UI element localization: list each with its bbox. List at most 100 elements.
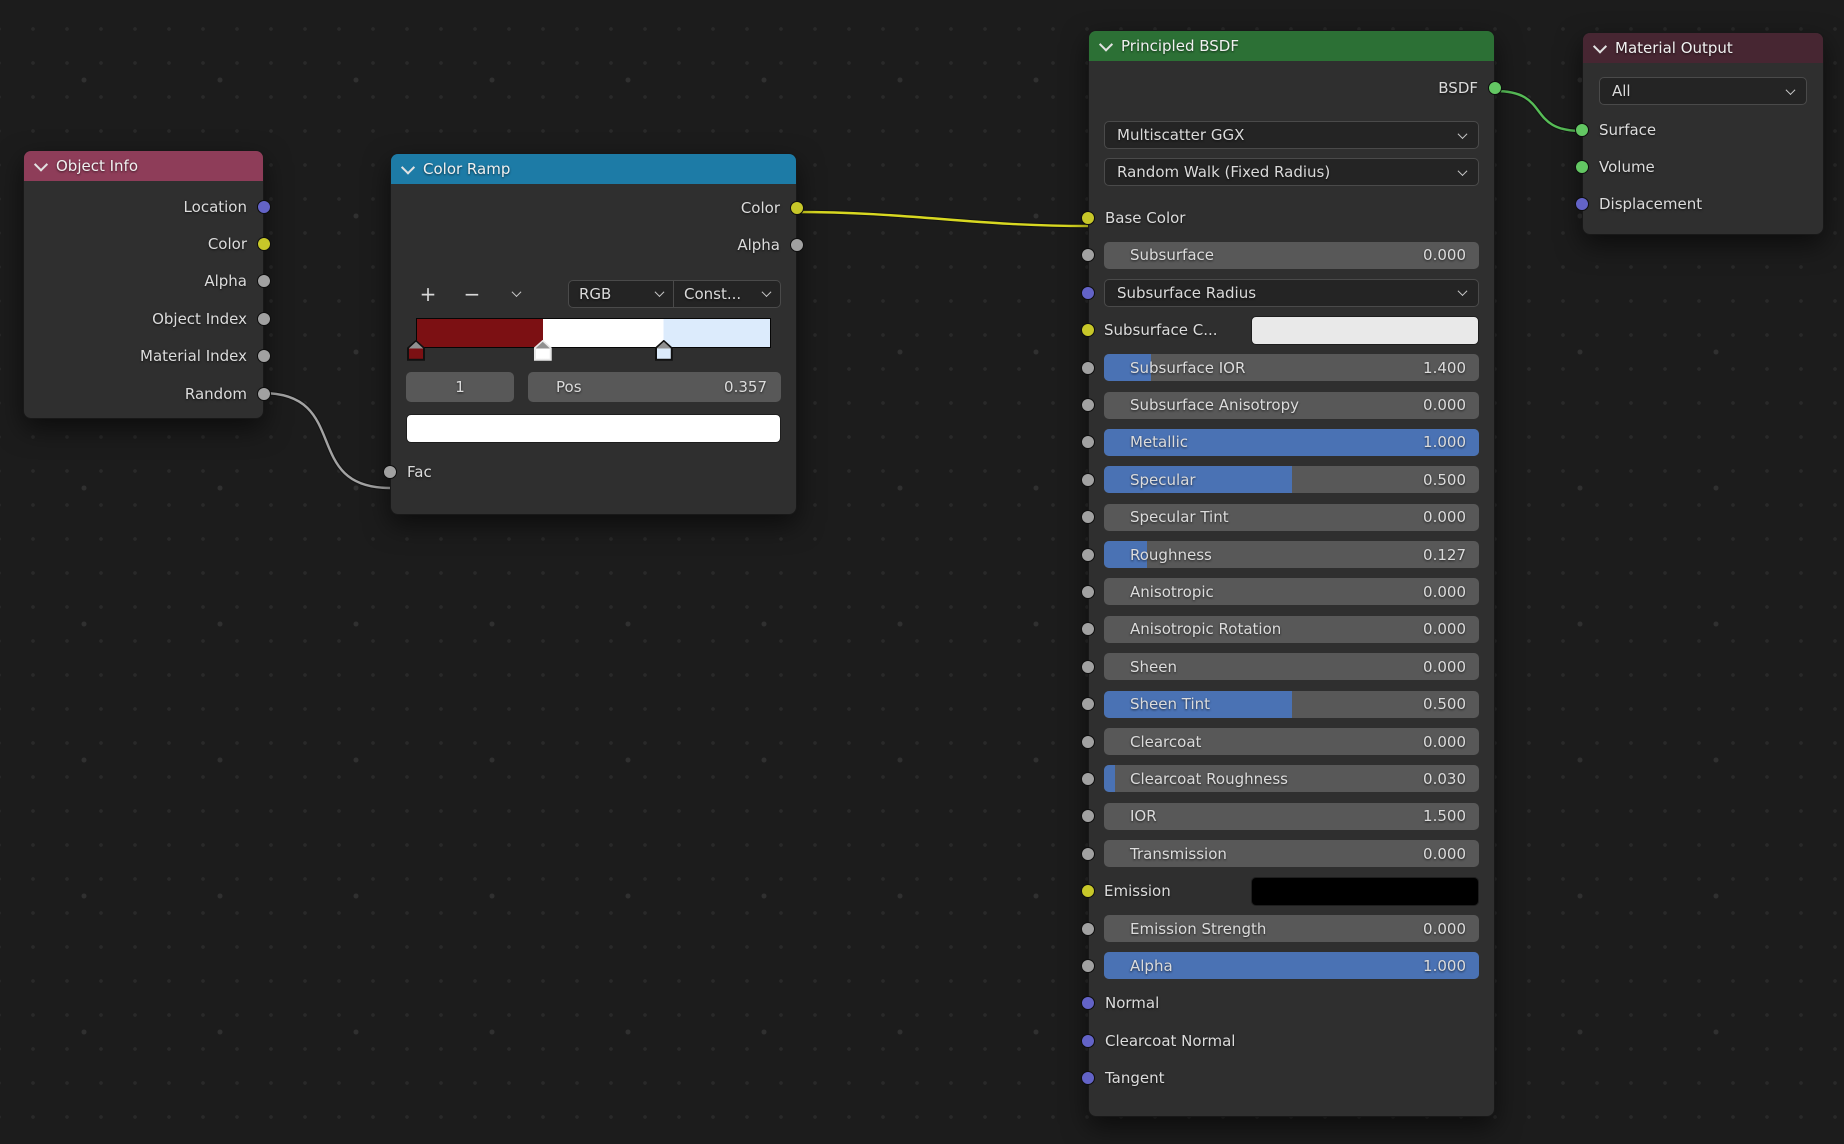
socket-label: Base Color (1105, 209, 1185, 227)
input-socket[interactable] (1081, 548, 1095, 562)
property-color-row: Emission (1089, 872, 1494, 909)
wire-color-to-base-color (795, 212, 1088, 226)
alpha-slider[interactable]: Alpha1.000 (1104, 952, 1479, 979)
object-info-header[interactable]: Object Info (24, 151, 263, 181)
target-dropdown[interactable]: All (1599, 77, 1807, 105)
subsurface-method-row: Random Walk (Fixed Radius) (1089, 158, 1494, 186)
output-socket[interactable] (257, 349, 271, 363)
distribution-dropdown[interactable]: Multiscatter GGX (1104, 121, 1479, 149)
emission-strength-slider[interactable]: Emission Strength0.000 (1104, 915, 1479, 942)
slider-label: Subsurface (1130, 246, 1214, 264)
input-socket[interactable] (1081, 772, 1095, 786)
output-socket[interactable] (257, 387, 271, 401)
input-socket[interactable] (1081, 286, 1095, 300)
stop-position-slider[interactable]: Pos 0.357 (528, 372, 781, 402)
bsdf-output-socket[interactable] (1488, 81, 1502, 95)
input-socket[interactable] (1081, 323, 1095, 337)
anisotropic-slider[interactable]: Anisotropic0.000 (1104, 578, 1479, 605)
slider-value: 0.000 (1423, 508, 1466, 526)
input-socket[interactable] (1081, 435, 1095, 449)
sheen-tint-slider[interactable]: Sheen Tint0.500 (1104, 691, 1479, 718)
material-output-header[interactable]: Material Output (1583, 33, 1823, 63)
specular-tint-slider[interactable]: Specular Tint0.000 (1104, 504, 1479, 531)
selected-stop-color-swatch[interactable] (406, 414, 781, 443)
property-label-row: Tangent (1089, 1059, 1494, 1096)
property-slider-row: Sheen Tint0.500 (1089, 685, 1494, 722)
slider-label: Clearcoat (1130, 733, 1201, 751)
slider-value: 0.030 (1423, 770, 1466, 788)
transmission-slider[interactable]: Transmission0.000 (1104, 840, 1479, 867)
input-socket[interactable] (1081, 735, 1095, 749)
subsurface-slider[interactable]: Subsurface0.000 (1104, 242, 1479, 269)
add-stop-button[interactable]: + (406, 282, 450, 306)
input-socket[interactable] (1081, 809, 1095, 823)
input-socket[interactable] (1081, 585, 1095, 599)
ior-slider[interactable]: IOR1.500 (1104, 803, 1479, 830)
gradient-stop-color (536, 342, 550, 359)
interpolation-dropdown[interactable]: Const... (673, 281, 780, 307)
chevron-down-icon[interactable] (401, 161, 415, 175)
input-socket[interactable] (1081, 697, 1095, 711)
color-ramp-header[interactable]: Color Ramp (391, 154, 796, 184)
colorramp-gradient-bar[interactable] (416, 318, 771, 348)
emission-swatch[interactable] (1251, 877, 1479, 906)
anisotropic-rotation-slider[interactable]: Anisotropic Rotation0.000 (1104, 616, 1479, 643)
subsurface-radius-dropdown[interactable]: Subsurface Radius (1104, 279, 1479, 307)
input-row: Volume (1583, 148, 1823, 185)
input-socket[interactable] (1081, 248, 1095, 262)
input-socket[interactable] (1081, 473, 1095, 487)
chevron-down-icon[interactable] (1593, 40, 1607, 54)
subsurface-anisotropy-slider[interactable]: Subsurface Anisotropy0.000 (1104, 392, 1479, 419)
output-row: Random (24, 375, 263, 412)
chevron-down-icon[interactable] (1099, 38, 1113, 52)
input-socket[interactable] (1081, 922, 1095, 936)
sheen-slider[interactable]: Sheen0.000 (1104, 653, 1479, 680)
specular-slider[interactable]: Specular0.500 (1104, 466, 1479, 493)
input-socket[interactable] (1081, 884, 1095, 898)
color-mode-dropdown[interactable]: RGB (569, 281, 673, 307)
fac-input-socket[interactable] (383, 465, 397, 479)
output-socket[interactable] (257, 237, 271, 251)
specials-menu-button[interactable] (494, 290, 538, 297)
slider-label: Sheen (1130, 658, 1177, 676)
input-socket[interactable] (1081, 361, 1095, 375)
metallic-slider[interactable]: Metallic1.000 (1104, 429, 1479, 456)
principled-bsdf-header[interactable]: Principled BSDF (1089, 31, 1494, 61)
output-socket[interactable] (257, 312, 271, 326)
input-socket[interactable] (1081, 847, 1095, 861)
slider-value: 0.000 (1423, 620, 1466, 638)
input-socket[interactable] (1081, 622, 1095, 636)
input-row: Surface (1583, 111, 1823, 148)
subsurface-c--swatch[interactable] (1251, 316, 1479, 345)
chevron-down-icon[interactable] (34, 158, 48, 172)
target-row: All (1583, 77, 1823, 105)
input-socket[interactable] (1081, 1071, 1095, 1085)
input-socket[interactable] (1081, 211, 1095, 225)
subsurface-ior-slider[interactable]: Subsurface IOR1.400 (1104, 354, 1479, 381)
input-socket[interactable] (1081, 996, 1095, 1010)
output-socket[interactable] (790, 238, 804, 252)
input-socket[interactable] (1081, 510, 1095, 524)
slider-value: 0.500 (1423, 695, 1466, 713)
node-title: Material Output (1615, 39, 1733, 57)
input-socket[interactable] (1081, 660, 1095, 674)
clearcoat-roughness-slider[interactable]: Clearcoat Roughness0.030 (1104, 765, 1479, 792)
color-field-label: Subsurface C... (1104, 321, 1251, 339)
input-socket[interactable] (1575, 160, 1589, 174)
clearcoat-slider[interactable]: Clearcoat0.000 (1104, 728, 1479, 755)
remove-stop-button[interactable]: − (450, 282, 494, 306)
roughness-slider[interactable]: Roughness0.127 (1104, 541, 1479, 568)
output-socket[interactable] (257, 274, 271, 288)
socket-label: Random (185, 385, 247, 403)
output-socket[interactable] (790, 201, 804, 215)
input-socket[interactable] (1081, 959, 1095, 973)
slider-value: 0.500 (1423, 471, 1466, 489)
stop-index-field[interactable]: 1 (406, 372, 514, 402)
subsurface-method-dropdown[interactable]: Random Walk (Fixed Radius) (1104, 158, 1479, 186)
output-socket[interactable] (257, 200, 271, 214)
input-socket[interactable] (1575, 197, 1589, 211)
input-socket[interactable] (1081, 398, 1095, 412)
slider-value: 0.127 (1423, 546, 1466, 564)
input-socket[interactable] (1575, 123, 1589, 137)
input-socket[interactable] (1081, 1034, 1095, 1048)
